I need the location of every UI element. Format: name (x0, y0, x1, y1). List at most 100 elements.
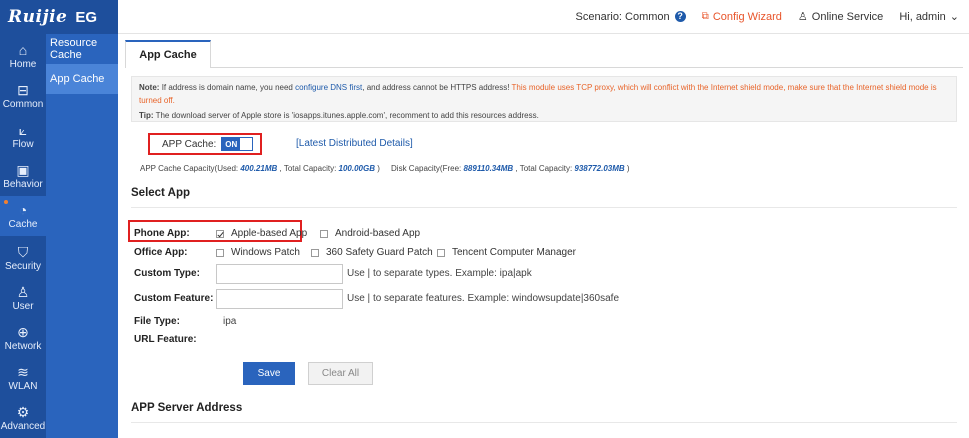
configure-dns-link[interactable]: configure DNS first (295, 83, 362, 92)
latest-distributed-details-link[interactable]: [Latest Distributed Details] (296, 138, 413, 149)
nav-item-common[interactable]: ⊟ Common (0, 76, 46, 116)
capacity-info: APP Cache Capacity(Used: 400.21MB , Tota… (140, 164, 630, 173)
nav-item-flow[interactable]: ⟀ Flow (0, 116, 46, 156)
tencent-computer-manager-checkbox[interactable]: Tencent Computer Manager (437, 247, 576, 258)
file-type-value: ipa (223, 316, 237, 327)
custom-feature-label: Custom Feature: (134, 293, 214, 304)
nav-item-advanced[interactable]: ⚙ Advanced (0, 398, 46, 438)
nav-label: Behavior (3, 178, 43, 190)
nav-label: Home (9, 58, 37, 70)
help-icon[interactable]: ? (674, 11, 686, 22)
toggle-track (240, 138, 253, 150)
config-wizard-label: Config Wizard (712, 10, 782, 23)
phone-app-label: Phone App: (134, 228, 190, 239)
gear-icon: ⚙ (16, 403, 30, 420)
checkbox-icon (216, 248, 224, 257)
tip-label: Tip: (139, 111, 154, 120)
nav-label: User (12, 300, 34, 312)
shield-icon: ⛉ (17, 243, 29, 260)
capacity-text: ) Disk Capacity(Free: (377, 164, 462, 173)
config-wizard-link[interactable]: ⧉ Config Wizard (702, 11, 782, 23)
chevron-down-icon: ⌄ (949, 11, 959, 23)
user-icon: ♙ (16, 283, 30, 300)
submenu: Resource Cache App Cache (46, 34, 118, 438)
checkbox-label: Apple-based App (231, 228, 308, 239)
nav-item-security[interactable]: ⛉ Security (0, 238, 46, 278)
nav-item-network[interactable]: ⊕ Network (0, 318, 46, 358)
note-text: If address is domain name, you need (161, 83, 293, 92)
tab-app-cache[interactable]: App Cache (125, 40, 211, 68)
capacity-text: APP Cache Capacity(Used: (140, 164, 239, 173)
checkbox-icon (320, 229, 328, 238)
360-safety-guard-patch-checkbox[interactable]: 360 Safety Guard Patch (311, 247, 433, 258)
nav-item-wlan[interactable]: ≋ WLAN (0, 358, 46, 398)
wizard-icon: ⧉ (701, 11, 709, 22)
globe-icon: ⊕ (17, 323, 29, 340)
app-cache-toggle-row: APP Cache: ON (148, 133, 262, 155)
nav-label: Cache (8, 218, 38, 230)
note-text-2: , and address cannot be HTTPS address! (362, 83, 510, 92)
wifi-icon: ≋ (17, 363, 29, 380)
capacity-text: , Total Capacity: (515, 164, 573, 173)
nav-label: Network (4, 340, 42, 352)
nav-item-user[interactable]: ♙ User (0, 278, 46, 318)
clear-all-button[interactable]: Clear All (308, 362, 373, 385)
checkbox-label: Tencent Computer Manager (452, 247, 576, 258)
nav-item-behavior[interactable]: ▣ Behavior (0, 156, 46, 196)
save-button[interactable]: Save (243, 362, 295, 385)
app-cache-label: APP Cache: (162, 138, 217, 150)
nav-label: Advanced (0, 420, 46, 432)
checkbox-label: 360 Safety Guard Patch (326, 247, 433, 258)
divider (131, 207, 957, 208)
note-box: Note: If address is domain name, you nee… (131, 76, 957, 122)
gauge-icon: ◔ (18, 201, 28, 218)
toggle-state: ON (222, 138, 241, 150)
divider (131, 422, 957, 423)
cache-total: 100.00GB (338, 164, 375, 173)
disk-total: 938772.03MB (574, 164, 625, 173)
top-bar: Scenario: Common ? ⧉ Config Wizard ♙ Onl… (118, 0, 969, 34)
behavior-icon: ▣ (16, 161, 30, 178)
windows-patch-checkbox[interactable]: Windows Patch (216, 247, 300, 258)
user-greeting: Hi, admin (899, 10, 946, 23)
custom-type-input[interactable] (216, 264, 343, 284)
product-name: EG (75, 8, 98, 26)
left-nav: ⌂ Home ⊟ Common ⟀ Flow ▣ Behavior ◔ Cach… (0, 0, 46, 438)
person-icon: ♙ (797, 11, 808, 23)
active-dot (4, 200, 8, 204)
nav-item-home[interactable]: ⌂ Home (0, 36, 46, 76)
scenario: Scenario: Common ? (576, 11, 686, 23)
note-label: Note: (139, 83, 160, 92)
custom-type-hint: Use | to separate types. Example: ipa|ap… (347, 268, 532, 279)
select-app-title: Select App (131, 187, 191, 199)
checkbox-label: Android-based App (335, 228, 421, 239)
android-based-app-checkbox[interactable]: Android-based App (320, 228, 420, 239)
nav-label: Security (4, 260, 42, 272)
home-icon: ⌂ (18, 41, 28, 58)
tip-line: Tip: The download server of Apple store … (139, 109, 949, 122)
checkbox-icon (311, 248, 319, 257)
app-cache-toggle[interactable]: ON (221, 137, 254, 151)
note-line: Note: If address is domain name, you nee… (139, 81, 949, 107)
online-service-link[interactable]: ♙ Online Service (797, 10, 884, 24)
apple-based-app-checkbox[interactable]: Apple-based App (216, 228, 307, 239)
submenu-item-app-cache[interactable]: App Cache (46, 64, 118, 94)
custom-feature-hint: Use | to separate features. Example: win… (347, 293, 620, 304)
file-type-label: File Type: (134, 316, 180, 327)
cache-used: 400.21MB (240, 164, 278, 173)
scenario-text: Scenario: Common (575, 10, 670, 23)
nav-label: WLAN (8, 380, 38, 392)
nav-item-cache[interactable]: ◔ Cache (0, 196, 46, 236)
user-menu[interactable]: Hi, admin ⌄ (899, 10, 959, 24)
chart-icon: ⟀ (18, 121, 28, 138)
office-app-label: Office App: (134, 247, 188, 258)
submenu-item-resource-cache[interactable]: Resource Cache (46, 34, 118, 64)
briefcase-icon: ⊟ (17, 81, 29, 98)
online-service-label: Online Service (811, 10, 884, 23)
checkbox-icon (437, 248, 445, 257)
custom-feature-input[interactable] (216, 289, 343, 309)
nav-label: Flow (12, 138, 34, 150)
brand-logo: Ruijie (8, 7, 68, 27)
tab-bar: App Cache (125, 40, 963, 68)
checkbox-label: Windows Patch (231, 247, 300, 258)
